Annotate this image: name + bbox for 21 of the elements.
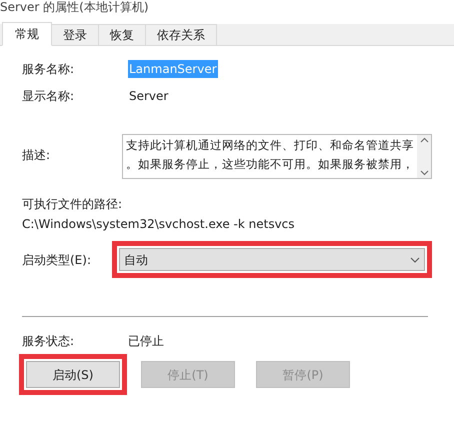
tab[interactable]: 依存关系	[145, 24, 217, 45]
description-text-line: 。如果服务停止，这些功能不可用。如果服务被禁用，	[126, 156, 414, 173]
service-status-value: 已停止	[128, 333, 164, 350]
action-button[interactable]: 启动(S)	[26, 361, 120, 388]
field-label: 显示名称:	[22, 88, 76, 105]
field-label: 服务名称:	[22, 61, 76, 78]
service-name-value: LanmanServer	[128, 60, 218, 78]
field-label: 启动类型(E):	[22, 252, 92, 268]
description-text-line: 支持此计算机通过网络的文件、打印、和命名管道共享	[126, 137, 414, 154]
display-name-value: Server	[128, 88, 170, 105]
executable-path: C:\Windows\system32\svchost.exe -k netsvcs	[22, 216, 296, 232]
field-label: 服务状态:	[22, 333, 76, 350]
scroll-down-icon[interactable]	[420, 170, 428, 176]
field-label: 描述:	[22, 147, 52, 164]
field-label: 可执行文件的路径:	[22, 196, 124, 212]
window-title: Server 的属性(本地计算机)	[0, 0, 149, 14]
chevron-down-icon	[410, 256, 420, 262]
tab[interactable]: 常规	[2, 22, 52, 46]
description-textbox[interactable]: 支持此计算机通过网络的文件、打印、和命名管道共享 。如果服务停止，这些功能不可用。如果服务被禁用，	[122, 134, 432, 179]
startup-type-dropdown[interactable]: 自动	[119, 248, 425, 271]
scroll-up-icon[interactable]	[420, 137, 428, 143]
